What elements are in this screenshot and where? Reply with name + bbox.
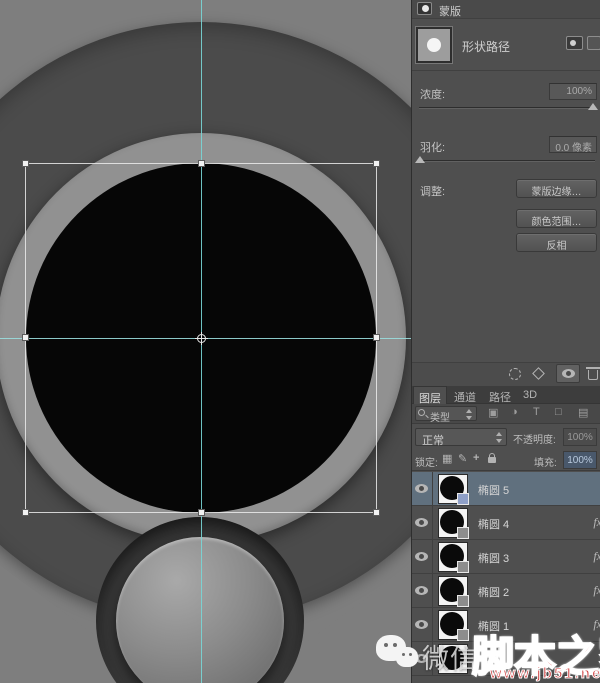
fill-label: 填充:: [534, 458, 557, 469]
layer-effects-badge[interactable]: fx: [593, 549, 600, 564]
masks-panel-header[interactable]: 蒙版: [412, 0, 600, 19]
eye-icon: [415, 518, 428, 527]
opacity-label: 不透明度:: [513, 435, 556, 446]
lock-label: 锁定:: [415, 458, 438, 469]
tab-channels[interactable]: 通道: [448, 386, 482, 404]
layer-thumbnail[interactable]: [438, 508, 469, 539]
lock-image-pixels-icon[interactable]: ✎: [458, 452, 467, 465]
transform-center-point[interactable]: [195, 332, 208, 345]
layer-name[interactable]: 椭圆 4: [478, 516, 509, 532]
feather-value[interactable]: 0.0 像素: [549, 136, 597, 154]
lock-transparent-pixels-icon[interactable]: ▦: [442, 452, 452, 465]
right-panel-dock: 蒙版 形状路径 浓度: 100% 羽化: 0.0 像素 调整: 蒙版边缘… 颜色…: [411, 0, 600, 683]
mask-edge-button[interactable]: 蒙版边缘…: [516, 179, 597, 198]
filter-type-layers-icon[interactable]: T: [533, 406, 540, 418]
lock-position-icon[interactable]: +: [473, 452, 479, 464]
filter-type-label: 类型: [430, 413, 450, 424]
divider: [412, 70, 600, 71]
mask-mode-label: 形状路径: [462, 40, 511, 54]
filter-pixel-layers-icon[interactable]: ▣: [488, 406, 498, 419]
eye-icon: [415, 586, 428, 595]
mask-panel-icon: [417, 2, 432, 15]
dropdown-arrows-icon: [465, 409, 473, 420]
layer-name[interactable]: 椭圆 2: [478, 584, 509, 600]
tab-layers[interactable]: 图层: [413, 386, 447, 405]
eye-icon: [415, 484, 428, 493]
visibility-toggle[interactable]: [412, 574, 433, 608]
delete-mask-icon[interactable]: [586, 367, 600, 380]
shape-layer-badge-icon: [457, 527, 469, 539]
blend-mode-row: 正常 不透明度: 100%: [412, 426, 600, 448]
layer-thumbnail[interactable]: [438, 474, 469, 505]
search-icon: [418, 409, 425, 416]
dropdown-arrows-icon: [495, 432, 503, 443]
shape-layer-badge-icon: [457, 493, 469, 505]
pixel-mask-icon[interactable]: [566, 36, 583, 50]
transform-handle-top-left[interactable]: [22, 160, 29, 167]
panel-tab-bar: 图层 通道 路径 3D: [412, 386, 600, 405]
density-value[interactable]: 100%: [549, 83, 597, 100]
photoshop-window: 蒙版 形状路径 浓度: 100% 羽化: 0.0 像素 调整: 蒙版边缘… 颜色…: [0, 0, 600, 683]
shape-layer-badge-icon: [457, 595, 469, 607]
filter-shape-layers-icon[interactable]: □: [555, 406, 562, 418]
layer-row-ellipse-5[interactable]: 椭圆 5: [412, 472, 600, 506]
disable-mask-button[interactable]: [556, 364, 580, 383]
density-label: 浓度:: [420, 89, 446, 101]
transform-handle-mid-left[interactable]: [22, 334, 29, 341]
transform-handle-bottom-center[interactable]: [198, 509, 205, 516]
layer-effects-badge[interactable]: fx: [593, 515, 600, 530]
feather-label: 羽化:: [420, 142, 446, 154]
layer-row-ellipse-3[interactable]: 椭圆 3 fx: [412, 540, 600, 574]
opacity-value[interactable]: 100%: [563, 428, 597, 446]
watermark-site-url: www.jb51.net: [489, 665, 600, 683]
layer-filter-row: 类型 ▣ ◑ T □ ▤: [412, 404, 600, 424]
layer-thumbnail[interactable]: [438, 542, 469, 573]
eye-icon: [415, 552, 428, 561]
blend-mode-value: 正常: [422, 435, 444, 447]
visibility-toggle[interactable]: [412, 540, 433, 574]
tab-paths[interactable]: 路径: [483, 386, 517, 404]
transform-handle-top-right[interactable]: [373, 160, 380, 167]
tab-3d[interactable]: 3D: [518, 386, 542, 404]
layer-filter-type-dropdown[interactable]: 类型: [415, 406, 477, 424]
lock-all-icon[interactable]: [488, 453, 496, 463]
masks-panel-footer: [412, 362, 600, 386]
mask-thumbnail[interactable]: [415, 26, 453, 64]
visibility-toggle[interactable]: [412, 472, 433, 506]
eye-icon: [562, 369, 575, 378]
layer-thumbnail[interactable]: [438, 576, 469, 607]
fill-value[interactable]: 100%: [563, 451, 597, 469]
invert-button[interactable]: 反相: [516, 233, 597, 252]
feather-slider-thumb[interactable]: [415, 156, 425, 163]
vector-mask-icon[interactable]: [587, 36, 600, 50]
masks-panel-title: 蒙版: [439, 6, 461, 18]
document-canvas[interactable]: [0, 0, 411, 683]
wechat-bubble-small: [396, 647, 418, 667]
apply-mask-icon[interactable]: [532, 367, 545, 380]
layer-row-ellipse-4[interactable]: 椭圆 4 fx: [412, 506, 600, 540]
transform-handle-top-center[interactable]: [198, 160, 205, 167]
visibility-toggle[interactable]: [412, 506, 433, 540]
layer-name[interactable]: 椭圆 3: [478, 550, 509, 566]
load-selection-from-mask-icon[interactable]: [509, 368, 521, 380]
feather-slider-track[interactable]: [419, 160, 595, 162]
masks-panel: 蒙版 形状路径 浓度: 100% 羽化: 0.0 像素 调整: 蒙版边缘… 颜色…: [412, 0, 600, 386]
density-slider-thumb[interactable]: [588, 103, 598, 110]
shape-layer-badge-icon: [457, 561, 469, 573]
color-range-button[interactable]: 颜色范围…: [516, 209, 597, 228]
layer-effects-badge[interactable]: fx: [593, 583, 600, 598]
lock-row: 锁定: ▦ ✎ + 填充: 100%: [412, 449, 600, 471]
transform-handle-bottom-right[interactable]: [373, 509, 380, 516]
blend-mode-select[interactable]: 正常: [415, 428, 507, 447]
density-slider-track[interactable]: [419, 107, 595, 109]
wechat-icon: [376, 633, 422, 677]
adjust-label: 调整:: [420, 186, 446, 198]
filter-smart-objects-icon[interactable]: ▤: [578, 406, 588, 419]
layer-name[interactable]: 椭圆 5: [478, 482, 509, 498]
transform-handle-mid-right[interactable]: [373, 334, 380, 341]
filter-adjustment-layers-icon[interactable]: ◑: [511, 406, 518, 418]
layer-row-ellipse-2[interactable]: 椭圆 2 fx: [412, 574, 600, 608]
transform-handle-bottom-left[interactable]: [22, 509, 29, 516]
watermark: 微信号: 脚本之家 www.jb51.net: [372, 625, 600, 683]
